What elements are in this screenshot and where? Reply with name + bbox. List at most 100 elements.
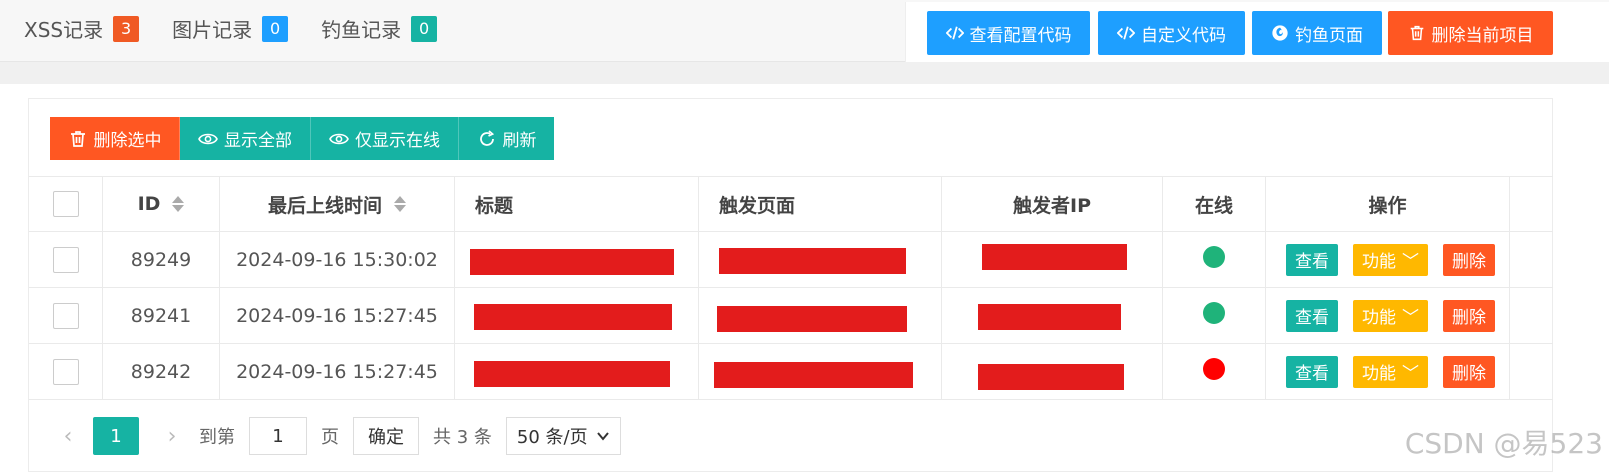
column-title: 标题 [475, 194, 514, 217]
button-label: 自定义代码 [1141, 25, 1226, 45]
id-cell: 89249 [103, 232, 220, 287]
total-count: 共 3 条 [433, 427, 492, 448]
separator-band [0, 62, 1609, 84]
count-badge: 3 [113, 15, 140, 42]
button-label: 显示全部 [224, 131, 292, 150]
online-status-dot [1203, 301, 1225, 324]
code-icon [945, 26, 964, 40]
view-button[interactable]: 查看 [1286, 299, 1338, 332]
trash-icon [1410, 25, 1423, 41]
header-id[interactable]: ID [103, 177, 220, 231]
header-trigger-page: 触发页面 [699, 177, 942, 231]
delete-project-button[interactable]: 删除当前项目 [1388, 11, 1553, 55]
button-label: 功能 [1362, 252, 1396, 271]
row-checkbox-cell [29, 344, 103, 399]
row-checkbox[interactable] [52, 246, 79, 273]
page-size-select[interactable]: 50 条/页 [505, 417, 621, 455]
header-filler [1510, 177, 1553, 231]
header-online: 在线 [1163, 177, 1266, 231]
watermark: CSDN @易523 [1404, 427, 1603, 460]
sort-icon[interactable] [172, 196, 185, 212]
trigger-page-cell [699, 344, 942, 399]
count-badge: 0 [262, 15, 289, 42]
actions-cell: 查看 功能 ﹀ 删除 [1266, 344, 1510, 399]
select-all-checkbox[interactable] [52, 191, 79, 217]
column-title: 触发者IP [1013, 194, 1091, 217]
next-page-icon[interactable]: › [157, 417, 187, 455]
top-actions: 查看配置代码 自定义代码 钓鱼页面 删除当前项目 [905, 2, 1609, 62]
header-checkbox-cell [29, 177, 103, 231]
view-config-code-button[interactable]: 查看配置代码 [927, 11, 1090, 55]
table-row: 89241 2024-09-16 15:27:45 查看 功能 ﹀ 删除 [29, 288, 1553, 344]
redaction-bar [714, 362, 913, 388]
header-title: 标题 [455, 177, 699, 231]
tab-image-records[interactable]: 图片记录 0 [172, 14, 289, 43]
table-row: 89249 2024-09-16 15:30:02 查看 功能 ﹀ 删除 [29, 232, 1553, 288]
delete-row-button[interactable]: 删除 [1443, 355, 1495, 388]
page-unit-label: 页 [321, 427, 339, 448]
header-trigger-ip: 触发者IP [942, 177, 1163, 231]
column-title: 在线 [1194, 194, 1233, 217]
firefox-icon [1272, 25, 1288, 41]
chevron-down-icon: ﹀ [1402, 364, 1419, 383]
header-actions: 操作 [1266, 177, 1510, 231]
tab-label: XSS记录 [24, 18, 104, 42]
show-online-only-button[interactable]: 仅显示在线 [311, 117, 459, 160]
table-header-row: ID 最后上线时间 标题 触发页面 触发者IP 在线 操作 [29, 176, 1553, 232]
row-checkbox-cell [29, 232, 103, 287]
delete-selected-button[interactable]: 删除选中 [50, 117, 180, 160]
eye-icon [329, 133, 349, 144]
button-label: 钓鱼页面 [1295, 25, 1363, 45]
trash-icon [70, 130, 85, 147]
pagination: ‹ 1 › 到第 页 确定 共 3 条 50 条/页 [29, 400, 1553, 472]
function-dropdown-button[interactable]: 功能 ﹀ [1353, 243, 1428, 276]
sort-icon[interactable] [394, 196, 406, 212]
online-cell [1163, 232, 1266, 287]
goto-page-input[interactable] [249, 417, 307, 455]
tab-xss-records[interactable]: XSS记录 3 [24, 14, 140, 43]
trigger-ip-cell [942, 288, 1163, 343]
trigger-ip-cell [942, 344, 1163, 399]
tab-label: 钓鱼记录 [321, 18, 402, 42]
eye-icon [198, 133, 218, 144]
refresh-button[interactable]: 刷新 [459, 117, 554, 160]
online-cell [1163, 344, 1266, 399]
row-checkbox[interactable] [52, 302, 79, 329]
button-label: 查看配置代码 [969, 25, 1072, 45]
show-all-button[interactable]: 显示全部 [180, 117, 311, 160]
prev-page-icon[interactable]: ‹ [53, 417, 83, 455]
delete-row-button[interactable]: 删除 [1443, 299, 1495, 332]
function-dropdown-button[interactable]: 功能 ﹀ [1353, 355, 1428, 388]
title-cell [455, 344, 699, 399]
tab-label: 图片记录 [172, 18, 253, 42]
header-last-online[interactable]: 最后上线时间 [220, 177, 455, 231]
title-cell [455, 232, 699, 287]
redaction-bar [474, 304, 672, 330]
goto-confirm-button[interactable]: 确定 [353, 417, 419, 455]
table-row: 89242 2024-09-16 15:27:45 查看 功能 ﹀ 删除 [29, 344, 1553, 400]
button-label: 刷新 [502, 131, 537, 150]
redaction-bar [474, 361, 670, 387]
chevron-down-icon: ﹀ [1402, 308, 1419, 327]
id-cell: 89241 [103, 288, 220, 343]
records-card: 删除选中 显示全部 仅显示在线 刷新 ID 最后上线时间 标题 触发页面 触发者… [28, 98, 1553, 472]
column-title: 操作 [1368, 194, 1407, 217]
view-button[interactable]: 查看 [1286, 243, 1338, 276]
button-label: 功能 [1362, 308, 1396, 327]
row-checkbox-cell [29, 288, 103, 343]
trigger-page-cell [699, 232, 942, 287]
records-table: ID 最后上线时间 标题 触发页面 触发者IP 在线 操作 89249 2024… [29, 176, 1553, 400]
page-number-current[interactable]: 1 [93, 417, 139, 455]
custom-code-button[interactable]: 自定义代码 [1098, 11, 1245, 55]
tab-phishing-records[interactable]: 钓鱼记录 0 [321, 14, 438, 43]
time-cell: 2024-09-16 15:27:45 [220, 344, 455, 399]
phishing-page-button[interactable]: 钓鱼页面 [1252, 11, 1382, 55]
goto-label: 到第 [199, 427, 235, 448]
row-checkbox[interactable] [52, 358, 79, 385]
view-button[interactable]: 查看 [1286, 355, 1338, 388]
button-label: 仅显示在线 [355, 131, 440, 150]
delete-row-button[interactable]: 删除 [1443, 243, 1495, 276]
redaction-bar [982, 244, 1127, 270]
function-dropdown-button[interactable]: 功能 ﹀ [1353, 299, 1428, 332]
redaction-bar [470, 249, 674, 275]
